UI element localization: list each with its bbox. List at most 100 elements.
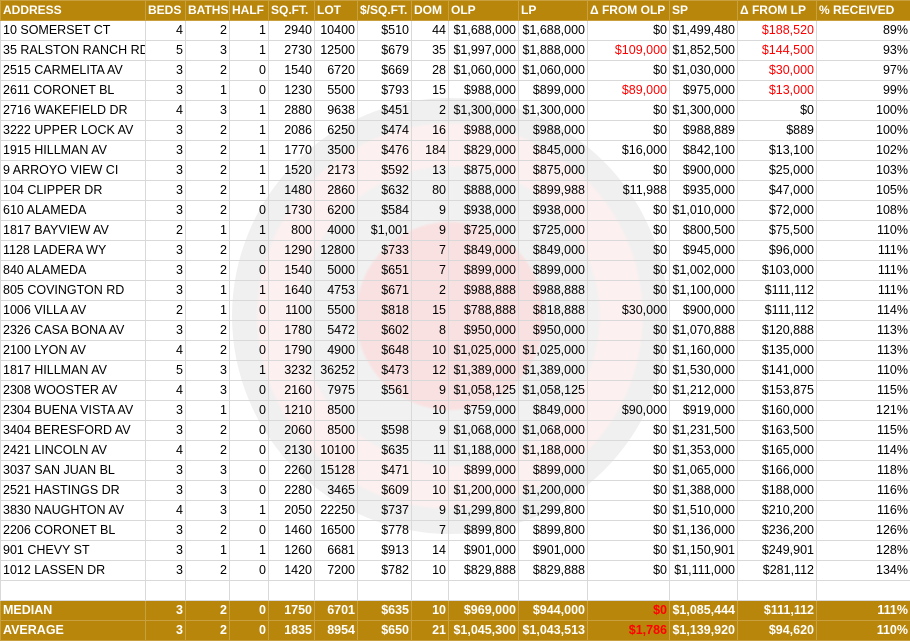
cell-address[interactable]: AVERAGE (0, 620, 146, 641)
table-cell[interactable]: 100% (816, 120, 910, 141)
table-cell[interactable]: $1,045,300 (448, 620, 519, 641)
table-cell[interactable]: $1,060,000 (518, 60, 588, 81)
table-cell[interactable]: $1,388,000 (669, 480, 738, 501)
table-cell[interactable]: 1290 (268, 240, 315, 261)
table-cell[interactable]: 0 (229, 400, 269, 421)
table-cell[interactable]: $188,000 (737, 480, 817, 501)
table-cell[interactable]: $875,000 (518, 160, 588, 181)
column-header[interactable]: DOM (411, 0, 449, 21)
table-cell[interactable]: 4 (145, 20, 186, 41)
table-cell[interactable]: 80 (411, 180, 449, 201)
empty-cell[interactable] (145, 580, 186, 601)
table-cell[interactable]: 1 (229, 160, 269, 181)
table-cell[interactable]: $899,800 (448, 520, 519, 541)
table-cell[interactable]: 4 (145, 380, 186, 401)
table-cell[interactable]: $1,300,000 (669, 100, 738, 121)
table-cell[interactable]: $829,888 (448, 560, 519, 581)
table-cell[interactable]: $0 (587, 520, 670, 541)
table-cell[interactable]: 3 (185, 360, 230, 381)
table-cell[interactable]: 3 (185, 480, 230, 501)
table-cell[interactable]: 111% (816, 240, 910, 261)
table-cell[interactable]: $1,888,000 (518, 40, 588, 61)
table-cell[interactable]: $75,500 (737, 220, 817, 241)
table-cell[interactable]: 7200 (314, 560, 358, 581)
table-cell[interactable]: $1,530,000 (669, 360, 738, 381)
table-cell[interactable]: 110% (816, 360, 910, 381)
table-cell[interactable]: 6701 (314, 600, 358, 621)
table-cell[interactable]: $109,000 (587, 40, 670, 61)
table-cell[interactable]: $90,000 (587, 400, 670, 421)
table-cell[interactable]: 3465 (314, 480, 358, 501)
table-cell[interactable]: 1 (229, 180, 269, 201)
table-cell[interactable]: $944,000 (518, 600, 588, 621)
table-cell[interactable]: $1,065,000 (669, 460, 738, 481)
table-cell[interactable]: 2860 (314, 180, 358, 201)
table-cell[interactable]: 3500 (314, 140, 358, 161)
table-cell[interactable]: 1790 (268, 340, 315, 361)
table-cell[interactable]: $1,299,800 (448, 500, 519, 521)
table-cell[interactable]: 1 (185, 300, 230, 321)
table-cell[interactable]: $1,200,000 (448, 480, 519, 501)
table-cell[interactable]: 116% (816, 480, 910, 501)
table-cell[interactable]: 3 (145, 460, 186, 481)
cell-address[interactable]: MEDIAN (0, 600, 146, 621)
table-cell[interactable]: 800 (268, 220, 315, 241)
table-cell[interactable]: $632 (357, 180, 412, 201)
table-cell[interactable]: $679 (357, 40, 412, 61)
table-cell[interactable]: 1 (185, 220, 230, 241)
cell-address[interactable]: 901 CHEVY ST (0, 540, 146, 561)
cell-address[interactable]: 1006 VILLA AV (0, 300, 146, 321)
table-cell[interactable]: $0 (587, 360, 670, 381)
table-cell[interactable]: 2730 (268, 40, 315, 61)
table-cell[interactable]: $842,100 (669, 140, 738, 161)
table-cell[interactable]: $875,000 (448, 160, 519, 181)
table-cell[interactable]: $25,000 (737, 160, 817, 181)
table-cell[interactable]: 3 (145, 540, 186, 561)
table-cell[interactable]: $919,000 (669, 400, 738, 421)
table-cell[interactable]: $111,112 (737, 300, 817, 321)
table-cell[interactable]: $1,025,000 (448, 340, 519, 361)
table-cell[interactable]: 0 (229, 560, 269, 581)
table-cell[interactable]: 2 (411, 280, 449, 301)
table-cell[interactable]: $988,889 (669, 120, 738, 141)
table-cell[interactable]: $889 (737, 120, 817, 141)
table-cell[interactable]: 36252 (314, 360, 358, 381)
table-cell[interactable]: $0 (587, 100, 670, 121)
table-cell[interactable]: $938,000 (518, 200, 588, 221)
table-cell[interactable]: $135,000 (737, 340, 817, 361)
empty-cell[interactable] (229, 580, 269, 601)
table-cell[interactable]: $1,353,000 (669, 440, 738, 461)
table-cell[interactable]: $0 (587, 600, 670, 621)
table-cell[interactable]: 3 (185, 500, 230, 521)
table-cell[interactable]: 3 (145, 600, 186, 621)
table-cell[interactable]: $1,389,000 (518, 360, 588, 381)
empty-cell[interactable] (737, 580, 817, 601)
cell-address[interactable]: 3222 UPPER LOCK AV (0, 120, 146, 141)
table-cell[interactable]: 4000 (314, 220, 358, 241)
table-cell[interactable]: $0 (587, 160, 670, 181)
table-cell[interactable]: $584 (357, 200, 412, 221)
table-cell[interactable]: 2280 (268, 480, 315, 501)
table-cell[interactable]: $988,888 (448, 280, 519, 301)
table-cell[interactable]: 2 (185, 140, 230, 161)
cell-address[interactable]: 104 CLIPPER DR (0, 180, 146, 201)
table-cell[interactable]: 6200 (314, 200, 358, 221)
table-cell[interactable]: $1,058,125 (448, 380, 519, 401)
table-cell[interactable]: $899,000 (448, 460, 519, 481)
table-cell[interactable]: $725,000 (448, 220, 519, 241)
table-cell[interactable]: 1 (229, 120, 269, 141)
table-cell[interactable]: 2 (145, 220, 186, 241)
table-cell[interactable]: $16,000 (587, 140, 670, 161)
table-cell[interactable]: $635 (357, 600, 412, 621)
table-cell[interactable]: $849,000 (518, 240, 588, 261)
table-cell[interactable]: 10400 (314, 20, 358, 41)
table-cell[interactable]: 115% (816, 420, 910, 441)
table-cell[interactable]: 2 (185, 600, 230, 621)
table-cell[interactable]: 1 (185, 540, 230, 561)
table-cell[interactable]: $635 (357, 440, 412, 461)
table-cell[interactable]: $0 (587, 500, 670, 521)
table-cell[interactable]: 6720 (314, 60, 358, 81)
table-cell[interactable]: 3 (145, 120, 186, 141)
table-cell[interactable]: 21 (411, 620, 449, 641)
table-cell[interactable]: $900,000 (669, 160, 738, 181)
